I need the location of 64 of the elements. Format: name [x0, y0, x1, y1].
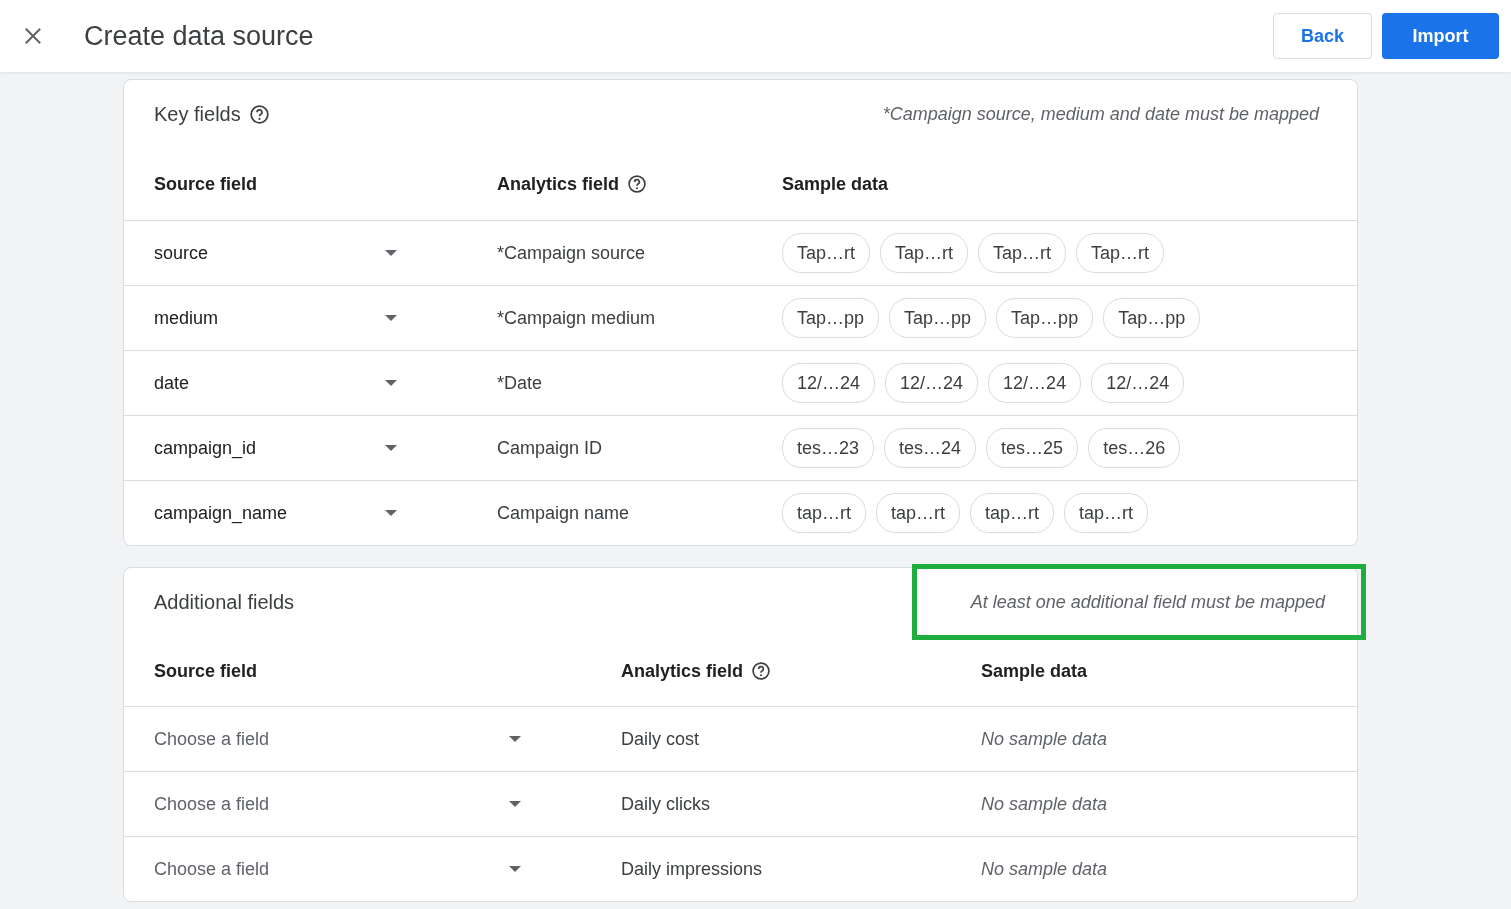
- sample-chip: Tap…rt: [978, 233, 1067, 273]
- column-header: Analytics field: [497, 173, 620, 195]
- source-field-dropdown[interactable]: Choose a field: [154, 858, 521, 880]
- sample-chip: tap…rt: [876, 493, 961, 533]
- sample-chip: Tap…rt: [782, 233, 871, 273]
- sample-chip: tes…25: [986, 428, 1079, 468]
- analytics-field-name: *Date: [497, 372, 544, 394]
- sample-chip: tap…rt: [970, 493, 1055, 533]
- sample-chip: 12/…24: [1091, 363, 1185, 403]
- help-icon[interactable]: [627, 174, 648, 194]
- sample-chip: tes…26: [1088, 428, 1181, 468]
- source-field-dropdown[interactable]: campaign_name: [154, 502, 397, 524]
- column-header: Sample data: [981, 660, 1088, 682]
- caret-icon: [509, 866, 521, 872]
- back-button[interactable]: Back: [1273, 13, 1372, 59]
- sample-chip: tes…24: [884, 428, 977, 468]
- sample-chip: tes…23: [782, 428, 875, 468]
- caret-icon: [385, 380, 397, 386]
- column-header: Source field: [154, 173, 258, 195]
- section-title: Additional fields: [154, 590, 295, 614]
- analytics-field-name: *Campaign source: [497, 242, 647, 264]
- analytics-field-name: Campaign ID: [497, 437, 604, 459]
- section-title: Key fields: [154, 102, 241, 126]
- sample-chip: Tap…pp: [889, 298, 987, 338]
- analytics-field-name: Campaign name: [497, 502, 631, 524]
- analytics-field-name: Daily cost: [621, 728, 701, 750]
- page-title: Create data source: [84, 20, 314, 52]
- sample-chip: 12/…24: [782, 363, 876, 403]
- sample-data-text: No sample data: [981, 858, 1109, 880]
- source-field-dropdown[interactable]: medium: [154, 307, 397, 329]
- caret-icon: [385, 510, 397, 516]
- column-header: Source field: [154, 660, 258, 682]
- caret-icon: [509, 801, 521, 807]
- sample-chip: 12/…24: [885, 363, 979, 403]
- column-header: Analytics field: [621, 660, 744, 682]
- sample-chip: Tap…pp: [996, 298, 1094, 338]
- sample-chip: Tap…pp: [782, 298, 880, 338]
- analytics-field-name: *Campaign medium: [497, 307, 657, 329]
- sample-chip: Tap…rt: [880, 233, 969, 273]
- requirement-note: At least one additional field must be mapped: [970, 591, 1325, 613]
- analytics-field-name: Daily impressions: [621, 858, 764, 880]
- sample-data-text: No sample data: [981, 793, 1109, 815]
- close-icon[interactable]: [24, 27, 42, 45]
- source-field-dropdown[interactable]: date: [154, 372, 397, 394]
- import-button[interactable]: Import: [1382, 13, 1499, 59]
- source-field-dropdown[interactable]: campaign_id: [154, 437, 397, 459]
- source-field-dropdown[interactable]: Choose a field: [154, 728, 521, 750]
- column-header: Sample data: [782, 173, 889, 195]
- caret-icon: [385, 445, 397, 451]
- source-field-dropdown[interactable]: source: [154, 242, 397, 264]
- caret-icon: [385, 250, 397, 256]
- caret-icon: [385, 315, 397, 321]
- help-icon[interactable]: [751, 661, 772, 681]
- sample-data-text: No sample data: [981, 728, 1109, 750]
- source-field-dropdown[interactable]: Choose a field: [154, 793, 521, 815]
- caret-icon: [509, 736, 521, 742]
- sample-chip: tap…rt: [782, 493, 867, 533]
- help-icon[interactable]: [248, 103, 270, 125]
- requirement-note: *Campaign source, medium and date must be mapped: [882, 103, 1319, 125]
- analytics-field-name: Daily clicks: [621, 793, 711, 815]
- sample-chip: Tap…pp: [1103, 298, 1201, 338]
- sample-chip: 12/…24: [988, 363, 1082, 403]
- sample-chip: tap…rt: [1064, 493, 1149, 533]
- sample-chip: Tap…rt: [1076, 233, 1165, 273]
